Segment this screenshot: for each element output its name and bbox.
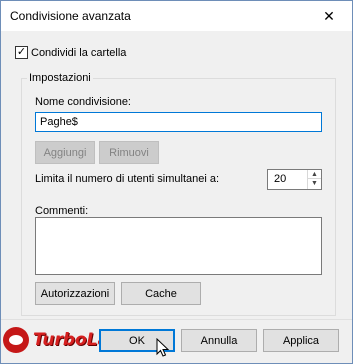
share-name-input[interactable]: Paghe$	[35, 112, 322, 132]
apply-button[interactable]: Applica	[263, 329, 339, 352]
remove-button[interactable]: Rimuovi	[99, 141, 159, 164]
chevron-up-icon[interactable]: ▲	[308, 170, 321, 179]
add-button[interactable]: Aggiungi	[35, 141, 95, 164]
mouse-cursor-icon	[156, 338, 170, 357]
share-name-label: Nome condivisione:	[35, 96, 131, 108]
permissions-button[interactable]: Autorizzazioni	[35, 282, 115, 305]
share-folder-checkbox[interactable]: ✓ Condividi la cartella	[15, 46, 126, 59]
title-bar: Condivisione avanzata ✕	[1, 1, 352, 31]
comments-label: Commenti:	[35, 205, 89, 217]
cancel-button[interactable]: Annulla	[181, 329, 257, 352]
settings-group-title: Impostazioni	[27, 72, 93, 84]
footer-divider	[1, 319, 352, 320]
advanced-sharing-dialog: Condivisione avanzata ✕ ✓ Condividi la c…	[0, 0, 353, 364]
share-folder-label: Condividi la cartella	[31, 46, 127, 59]
chevron-down-icon[interactable]: ▼	[308, 179, 321, 188]
close-icon[interactable]: ✕	[306, 1, 352, 31]
stepper-arrows[interactable]: ▲ ▼	[307, 170, 321, 189]
user-limit-label: Limita il numero di utenti simultanei a:	[35, 173, 220, 185]
checkbox-check-icon[interactable]: ✓	[15, 46, 28, 59]
cache-button[interactable]: Cache	[121, 282, 201, 305]
dialog-title: Condivisione avanzata	[10, 9, 131, 23]
turbolab-logo-icon	[3, 327, 29, 353]
user-limit-value[interactable]: 20	[274, 173, 286, 185]
comments-textarea[interactable]	[35, 217, 322, 275]
user-limit-stepper[interactable]: 20 ▲ ▼	[267, 169, 322, 190]
